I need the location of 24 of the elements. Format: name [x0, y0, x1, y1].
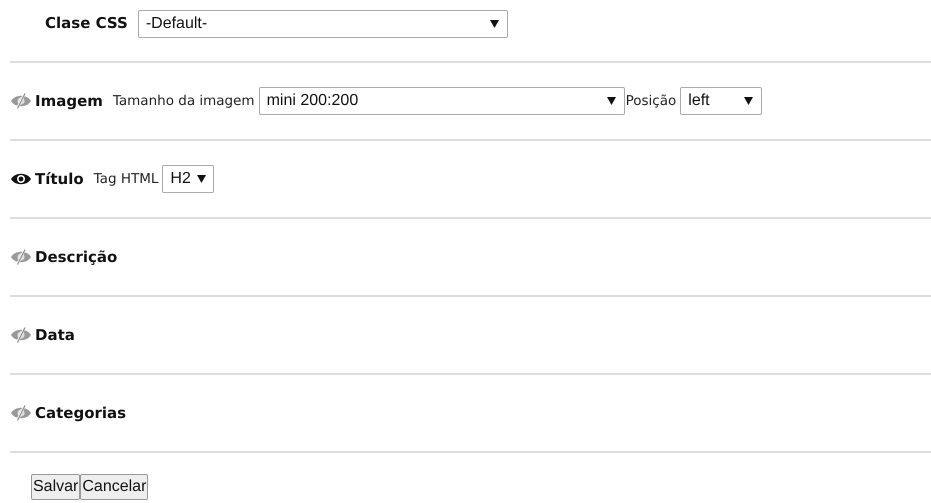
caret-icon: [606, 97, 616, 105]
section-title: Data: [35, 326, 75, 344]
dropdown[interactable]: mini 200:200: [258, 87, 625, 115]
caret-icon: [744, 97, 754, 105]
field-label: Clase CSS: [45, 14, 128, 32]
css-class-dropdown[interactable]: -Default-: [138, 10, 508, 38]
eye-icon[interactable]: [10, 172, 32, 186]
crossed-eye-icon[interactable]: [10, 93, 32, 109]
section-title: Título: [35, 170, 84, 188]
section-title: Imagem: [35, 92, 103, 110]
section-title: Descrição: [35, 248, 118, 266]
section-title: Categorias: [35, 404, 126, 422]
crossed-eye-icon[interactable]: [10, 249, 32, 265]
form-button[interactable]: Salvar: [31, 474, 80, 500]
crossed-eye-icon[interactable]: [10, 405, 32, 421]
caret-icon: [196, 175, 206, 183]
field-label: Tag HTML: [94, 171, 158, 187]
caret-icon: [490, 20, 499, 28]
form-button[interactable]: Cancelar: [80, 474, 148, 500]
field-label: Tamanho da imagem: [112, 93, 255, 109]
dropdown[interactable]: H2: [162, 165, 214, 193]
crossed-eye-icon[interactable]: [10, 327, 32, 343]
field-label: Posição: [626, 93, 676, 109]
dropdown[interactable]: left: [680, 87, 762, 115]
